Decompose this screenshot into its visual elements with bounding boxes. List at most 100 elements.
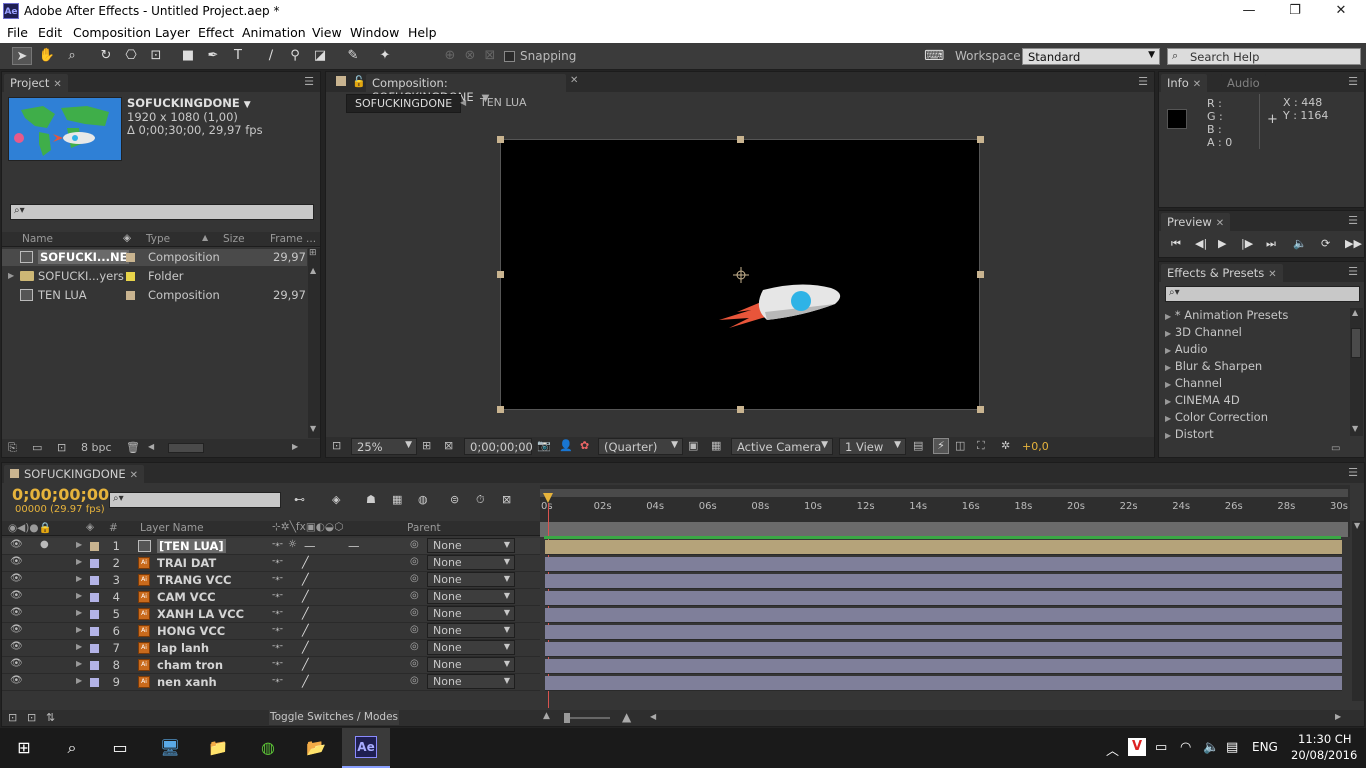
pick-whip-icon[interactable]: ◎ (410, 573, 419, 584)
after-effects-taskbar-button[interactable]: Ae (342, 728, 390, 768)
zoom-tool-icon[interactable]: ⌕ (62, 47, 82, 65)
shy-switch-icon[interactable]: -⁎- (272, 641, 283, 651)
label-color-swatch[interactable] (90, 610, 99, 619)
tab-composition[interactable]: Composition: SOFUCKINGDONE▼ (366, 74, 566, 104)
shy-switch-icon[interactable]: -⁎- (272, 590, 283, 600)
parent-select[interactable]: None ▼ (427, 589, 515, 604)
eye-visibility-icon[interactable]: 👁 (10, 641, 23, 652)
layer-name[interactable]: TRANG VCC (157, 573, 231, 587)
playhead-handle[interactable] (543, 493, 553, 503)
close-icon[interactable]: ✕ (570, 75, 578, 86)
pick-whip-icon[interactable]: ◎ (410, 658, 419, 669)
scroll-right-icon[interactable]: ▶ (292, 442, 298, 451)
effects-category[interactable]: ▶ Audio (1165, 342, 1208, 356)
bpc-label[interactable]: 8 bpc (81, 441, 112, 454)
quality-slash-icon[interactable]: ╱ (302, 624, 309, 637)
layer-duration-bar[interactable] (545, 574, 1342, 589)
parent-select[interactable]: None ▼ (427, 657, 515, 672)
eye-visibility-icon[interactable]: 👁 (10, 658, 23, 669)
maximize-button[interactable]: ❐ (1272, 2, 1318, 22)
label-color-swatch[interactable] (126, 291, 135, 300)
transfer-controls-icon[interactable]: ⊡ (27, 711, 36, 724)
clone-stamp-tool-icon[interactable]: ⚲ (285, 47, 305, 65)
fast-previews-icon[interactable]: ⚡ (933, 438, 949, 454)
eye-visibility-icon[interactable]: 👁 (10, 539, 23, 550)
workspace-select[interactable]: Standard ▼ (1022, 48, 1160, 65)
menu-help[interactable]: Help (408, 25, 437, 40)
column-parent[interactable]: Parent (407, 522, 441, 534)
notifications-icon[interactable]: ▤ (1226, 740, 1238, 755)
flowchart-icon[interactable]: ⛶ (977, 439, 985, 453)
layer-duration-bar[interactable] (545, 659, 1342, 674)
last-frame-icon[interactable]: ⏭ (1266, 237, 1276, 251)
show-hidden-icons-icon[interactable]: ︿ (1106, 740, 1119, 759)
label-color-swatch[interactable] (90, 559, 99, 568)
layer-name[interactable]: CAM VCC (157, 590, 216, 604)
quality-slash-icon[interactable]: ╱ (302, 607, 309, 620)
snapping-checkbox[interactable] (504, 51, 515, 62)
layer-duration-bar[interactable] (545, 557, 1342, 572)
shy-switch-icon[interactable]: -⁎- (272, 556, 283, 566)
snapshot-camera-icon[interactable]: 📷 (537, 439, 551, 452)
interpret-footage-icon[interactable]: ⎘ (8, 441, 17, 455)
pen-tool-icon[interactable]: ✒ (203, 47, 223, 65)
task-view-icon[interactable]: ▭ (108, 736, 132, 760)
quality-slash-icon[interactable]: ╱ (302, 556, 309, 569)
tab-info[interactable]: Info ✕ (1161, 74, 1208, 92)
search-help-input[interactable]: ⌕ Search Help (1167, 48, 1361, 65)
panel-menu-icon[interactable]: ☰ (304, 75, 314, 88)
effects-category[interactable]: ▶ Color Correction (1165, 410, 1268, 424)
camera-view-select[interactable]: Active Camera ▼ (731, 438, 833, 455)
effects-category[interactable]: ▶ Distort (1165, 427, 1214, 441)
in-out-icon[interactable]: ⇅ (46, 711, 55, 724)
eye-visibility-icon[interactable]: 👁 (10, 590, 23, 601)
parent-select[interactable]: None ▼ (427, 623, 515, 638)
parent-select[interactable]: None ▼ (427, 606, 515, 621)
parent-select[interactable]: None ▼ (427, 538, 515, 553)
expand-triangle-icon[interactable]: ▶ (76, 557, 82, 566)
wifi-icon[interactable]: ◠ (1180, 740, 1191, 755)
new-folder-icon[interactable]: ▭ (32, 441, 42, 454)
trash-icon[interactable]: 🗑 (126, 441, 140, 454)
composition-canvas[interactable] (500, 139, 980, 410)
panel-menu-icon[interactable]: ☰ (1348, 214, 1358, 227)
label-color-swatch[interactable] (90, 644, 99, 653)
audio-dot-icon[interactable]: ● (40, 539, 49, 550)
shy-switch-icon[interactable]: -⁎- (272, 624, 283, 634)
camera-tool-icon[interactable]: ⎔ (121, 47, 141, 65)
layer-row[interactable]: 👁 ▶ 8 Ai cham tron -⁎- ╱ ◎ None ▼ (2, 657, 540, 674)
tab-preview[interactable]: Preview ✕ (1161, 213, 1231, 231)
brainstorm-icon[interactable]: ⊠ (502, 493, 511, 506)
loop-icon[interactable]: ⟳ (1321, 237, 1330, 250)
tab-effects-presets[interactable]: Effects & Presets ✕ (1161, 264, 1283, 282)
reset-exposure-icon[interactable]: ✲ (1001, 439, 1010, 452)
axis-local-icon[interactable]: ⊕ (440, 47, 460, 65)
eraser-tool-icon[interactable]: ◪ (310, 47, 330, 65)
effects-category[interactable]: ▶ 3D Channel (1165, 325, 1242, 339)
layer-name[interactable]: TRAI DAT (157, 556, 216, 570)
label-color-swatch[interactable] (126, 272, 135, 281)
quality-switch-icon[interactable]: — (304, 539, 316, 553)
eye-visibility-icon[interactable]: 👁 (10, 556, 23, 567)
timeline-scrollbar[interactable]: ▼ (1352, 521, 1364, 701)
clock-time[interactable]: 11:30 CH (1298, 732, 1351, 746)
expand-triangle-icon[interactable]: ▶ (76, 608, 82, 617)
menu-file[interactable]: File (7, 25, 28, 40)
project-item-row[interactable]: ▶ SOFUCKI...yers Folder (2, 268, 307, 285)
zoom-out-icon[interactable]: ▲ (543, 711, 550, 721)
layer-row[interactable]: 👁 ▶ 2 Ai TRAI DAT -⁎- ╱ ◎ None ▼ (2, 555, 540, 572)
menu-composition[interactable]: Composition (73, 25, 151, 40)
transform-handle[interactable] (977, 136, 984, 143)
comp-name-title[interactable]: SOFUCKINGDONE ▼ (127, 96, 251, 110)
effects-scrollbar[interactable]: ▲ ▼ (1350, 308, 1363, 436)
pick-whip-icon[interactable]: ◎ (410, 675, 419, 686)
work-area-bar[interactable] (540, 522, 1348, 537)
hide-shy-layers-icon[interactable]: ☗ (366, 493, 376, 506)
layer-row[interactable]: 👁 ▶ 6 Ai HONG VCC -⁎- ╱ ◎ None ▼ (2, 623, 540, 640)
first-frame-icon[interactable]: ⏮ (1171, 237, 1181, 251)
close-button[interactable]: ✕ (1318, 2, 1364, 22)
start-windows-icon[interactable]: ⊞ (12, 736, 36, 760)
panel-menu-icon[interactable]: ☰ (1348, 75, 1358, 88)
selection-tool-icon[interactable]: ➤ (12, 47, 32, 65)
layer-duration-bar[interactable] (545, 540, 1342, 555)
